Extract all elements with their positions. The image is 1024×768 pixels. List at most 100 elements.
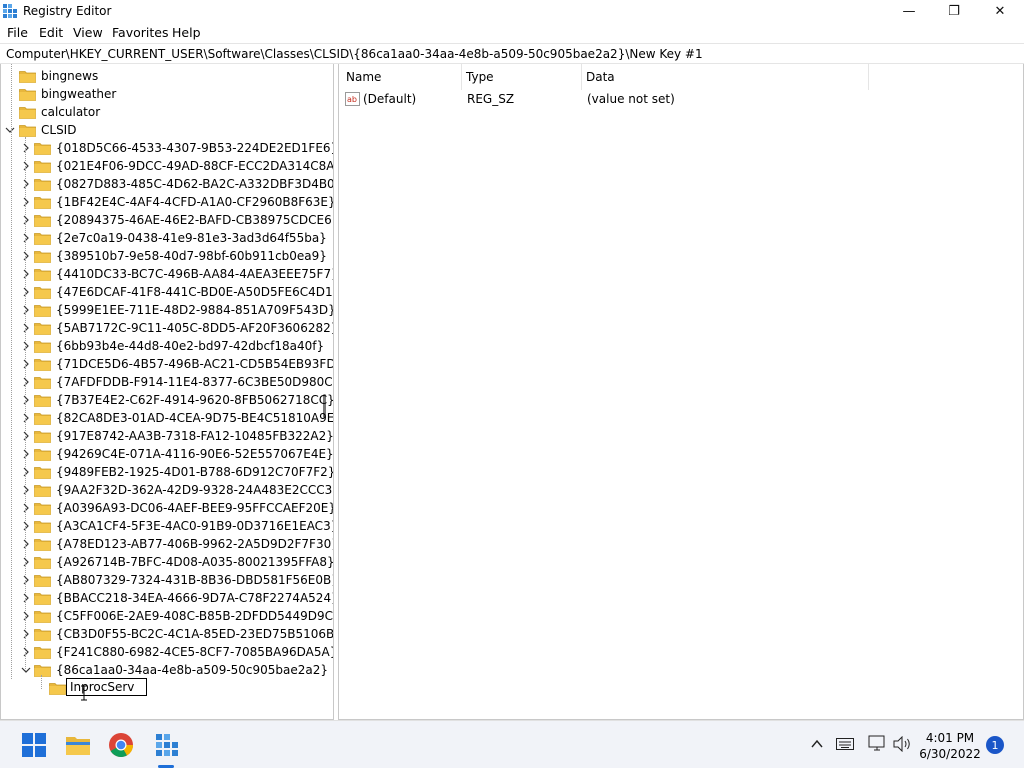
tree-item-label[interactable]: {5AB7172C-9C11-405C-8DD5-AF20F3606282} [56, 321, 333, 335]
tree-item-label[interactable]: {86ca1aa0-34aa-4e8b-a509-50c905bae2a2} [56, 663, 328, 677]
tree-item-label[interactable]: {2e7c0a19-0438-41e9-81e3-3ad3d64f55ba} [56, 231, 327, 245]
notification-badge[interactable]: 1 [986, 736, 1004, 754]
tree-item-label[interactable]: {018D5C66-4533-4307-9B53-224DE2ED1FE6} [56, 141, 333, 155]
tree-item-clsid-child-20[interactable]: {A0396A93-DC06-4AEF-BEE9-95FFCCAEF20E} [34, 499, 333, 517]
expand-chevron-icon[interactable] [20, 520, 32, 532]
column-header-name[interactable]: Name [346, 64, 381, 90]
expand-chevron-icon[interactable] [20, 304, 32, 316]
expand-chevron-icon[interactable] [20, 376, 32, 388]
column-header-data[interactable]: Data [586, 64, 615, 90]
tree-item-clsid[interactable]: CLSID [19, 121, 76, 139]
column-header-type[interactable]: Type [466, 64, 494, 90]
minimize-button[interactable]: — [886, 0, 932, 22]
rename-key-input[interactable]: InprocServ [66, 678, 147, 696]
tree-item-clsid-child-12[interactable]: {71DCE5D6-4B57-496B-AC21-CD5B54EB93FD} [34, 355, 333, 373]
expand-chevron-icon[interactable] [20, 214, 32, 226]
close-button[interactable]: ✕ [977, 0, 1023, 22]
tree-item-clsid-child-16[interactable]: {917E8742-AA3B-7318-FA12-10485FB322A2} [34, 427, 333, 445]
expand-chevron-icon[interactable] [20, 430, 32, 442]
collapse-chevron-icon[interactable] [4, 124, 16, 136]
chrome-icon[interactable] [107, 731, 135, 759]
expand-chevron-icon[interactable] [20, 592, 32, 604]
network-icon[interactable] [868, 735, 888, 753]
tree-item-label[interactable]: {6bb93b4e-44d8-40e2-bd97-42dbcf18a40f} [56, 339, 324, 353]
tree-item-clsid-child-13[interactable]: {7AFDFDDB-F914-11E4-8377-6C3BE50D980C} [34, 373, 333, 391]
tree-item-clsid-child-11[interactable]: {6bb93b4e-44d8-40e2-bd97-42dbcf18a40f} [34, 337, 324, 355]
tree-item-clsid-child-0[interactable]: {018D5C66-4533-4307-9B53-224DE2ED1FE6} [34, 139, 333, 157]
tree-item-clsid-child-18[interactable]: {9489FEB2-1925-4D01-B788-6D912C70F7F2} [34, 463, 333, 481]
tree-item-label[interactable]: {A78ED123-AB77-406B-9962-2A5D9D2F7F30} [56, 537, 333, 551]
tree-item-label[interactable]: {47E6DCAF-41F8-441C-BD0E-A50D5FE6C4D1} [56, 285, 333, 299]
tree-item-label[interactable]: {CB3D0F55-BC2C-4C1A-85ED-23ED75B5106B} [56, 627, 333, 641]
tree-item-clsid-child-17[interactable]: {94269C4E-071A-4116-90E6-52E557067E4E} [34, 445, 333, 463]
tree-item-clsid-child-25[interactable]: {BBACC218-34EA-4666-9D7A-C78F2274A524} [34, 589, 333, 607]
tree-item-label[interactable]: {82CA8DE3-01AD-4CEA-9D75-BE4C51810A9E} [56, 411, 333, 425]
expand-chevron-icon[interactable] [20, 448, 32, 460]
expand-chevron-icon[interactable] [20, 286, 32, 298]
address-bar[interactable]: Computer\HKEY_CURRENT_USER\Software\Clas… [0, 43, 1024, 64]
expand-chevron-icon[interactable] [20, 178, 32, 190]
volume-icon[interactable] [892, 736, 912, 752]
tree-item-label[interactable]: {A3CA1CF4-5F3E-4AC0-91B9-0D3716E1EAC3} [56, 519, 333, 533]
tree-item-clsid-child-9[interactable]: {5999E1EE-711E-48D2-9884-851A709F543D} [34, 301, 333, 319]
tree-item-label[interactable]: {9AA2F32D-362A-42D9-9328-24A483E2CCC3} [56, 483, 333, 497]
expand-chevron-icon[interactable] [20, 574, 32, 586]
tree-item-clsid-child-1[interactable]: {021E4F06-9DCC-49AD-88CF-ECC2DA314C8A} [34, 157, 333, 175]
tree-item-clsid-child-7[interactable]: {4410DC33-BC7C-496B-AA84-4AEA3EEE75F7} [34, 265, 333, 283]
value-name[interactable]: (Default) [363, 92, 416, 106]
tree-item-label[interactable]: {C5FF006E-2AE9-408C-B85B-2DFDD5449D9C} [56, 609, 333, 623]
menu-edit[interactable]: Edit [39, 25, 63, 40]
menu-view[interactable]: View [73, 25, 103, 40]
tree-item-clsid-child-3[interactable]: {1BF42E4C-4AF4-4CFD-A1A0-CF2960B8F63E} [34, 193, 333, 211]
expand-chevron-icon[interactable] [20, 628, 32, 640]
expand-chevron-icon[interactable] [20, 646, 32, 658]
tree-item-top-0[interactable]: bingnews [19, 67, 98, 85]
show-hidden-icons-icon[interactable] [810, 738, 824, 750]
tree-item-label[interactable]: {4410DC33-BC7C-496B-AA84-4AEA3EEE75F7} [56, 267, 333, 281]
tree-item-label[interactable]: {F241C880-6982-4CE5-8CF7-7085BA96DA5A} [56, 645, 333, 659]
expand-chevron-icon[interactable] [20, 196, 32, 208]
values-list-pane[interactable]: Name Type Data ab (Default) REG_SZ (valu… [338, 64, 1024, 720]
tree-item-label[interactable]: {71DCE5D6-4B57-496B-AC21-CD5B54EB93FD} [56, 357, 333, 371]
tree-item-clsid-child-27[interactable]: {CB3D0F55-BC2C-4C1A-85ED-23ED75B5106B} [34, 625, 333, 643]
tree-item-clsid-child-21[interactable]: {A3CA1CF4-5F3E-4AC0-91B9-0D3716E1EAC3} [34, 517, 333, 535]
tree-item-clsid-child-4[interactable]: {20894375-46AE-46E2-BAFD-CB38975CDCE6} [34, 211, 333, 229]
tree-item-label[interactable]: {A0396A93-DC06-4AEF-BEE9-95FFCCAEF20E} [56, 501, 333, 515]
tree-item-clsid-child-24[interactable]: {AB807329-7324-431B-8B36-DBD581F56E0B} [34, 571, 333, 589]
tree-item-label[interactable]: {021E4F06-9DCC-49AD-88CF-ECC2DA314C8A} [56, 159, 333, 173]
tree-item-clsid-child-28[interactable]: {F241C880-6982-4CE5-8CF7-7085BA96DA5A} [34, 643, 333, 661]
tree-item-label[interactable]: {5999E1EE-711E-48D2-9884-851A709F543D} [56, 303, 333, 317]
keyboard-icon[interactable] [836, 738, 854, 750]
tree-item-clsid-child-5[interactable]: {2e7c0a19-0438-41e9-81e3-3ad3d64f55ba} [34, 229, 327, 247]
tree-item-clsid-child-10[interactable]: {5AB7172C-9C11-405C-8DD5-AF20F3606282} [34, 319, 333, 337]
tree-item-clsid-child-23[interactable]: {A926714B-7BFC-4D08-A035-80021395FFA8} [34, 553, 333, 571]
expand-chevron-icon[interactable] [20, 502, 32, 514]
tree-item-label[interactable]: bingnews [41, 69, 98, 83]
expand-chevron-icon[interactable] [20, 232, 32, 244]
tree-item-clsid-child-22[interactable]: {A78ED123-AB77-406B-9962-2A5D9D2F7F30} [34, 535, 333, 553]
expand-chevron-icon[interactable] [20, 556, 32, 568]
expand-chevron-icon[interactable] [20, 412, 32, 424]
clock[interactable]: 4:01 PM 6/30/2022 [918, 730, 982, 762]
tree-item-clsid-child-6[interactable]: {389510b7-9e58-40d7-98bf-60b911cb0ea9} [34, 247, 327, 265]
address-path[interactable]: Computer\HKEY_CURRENT_USER\Software\Clas… [6, 47, 703, 61]
expand-chevron-icon[interactable] [20, 268, 32, 280]
tree-item-clsid-child-2[interactable]: {0827D883-485C-4D62-BA2C-A332DBF3D4B0} [34, 175, 333, 193]
collapse-chevron-icon[interactable] [20, 664, 32, 676]
expand-chevron-icon[interactable] [20, 250, 32, 262]
expand-chevron-icon[interactable] [20, 322, 32, 334]
tree-item-clsid-child-8[interactable]: {47E6DCAF-41F8-441C-BD0E-A50D5FE6C4D1} [34, 283, 333, 301]
tree-item-label[interactable]: {1BF42E4C-4AF4-4CFD-A1A0-CF2960B8F63E} [56, 195, 333, 209]
tree-item-clsid-child-26[interactable]: {C5FF006E-2AE9-408C-B85B-2DFDD5449D9C} [34, 607, 333, 625]
expand-chevron-icon[interactable] [20, 466, 32, 478]
tree-item-label[interactable]: {7AFDFDDB-F914-11E4-8377-6C3BE50D980C} [56, 375, 333, 389]
tree-item-clsid-child-14[interactable]: {7B37E4E2-C62F-4914-9620-8FB5062718CC} [34, 391, 333, 409]
maximize-button[interactable]: ❐ [931, 0, 977, 22]
tree-item-label[interactable]: calculator [41, 105, 100, 119]
menu-favorites[interactable]: Favorites [112, 25, 168, 40]
tree-item-label[interactable]: {20894375-46AE-46E2-BAFD-CB38975CDCE6} [56, 213, 333, 227]
expand-chevron-icon[interactable] [20, 394, 32, 406]
tree-item-label[interactable]: {9489FEB2-1925-4D01-B788-6D912C70F7F2} [56, 465, 333, 479]
tree-item-label[interactable]: {389510b7-9e58-40d7-98bf-60b911cb0ea9} [56, 249, 327, 263]
tree-item-top-1[interactable]: bingweather [19, 85, 116, 103]
